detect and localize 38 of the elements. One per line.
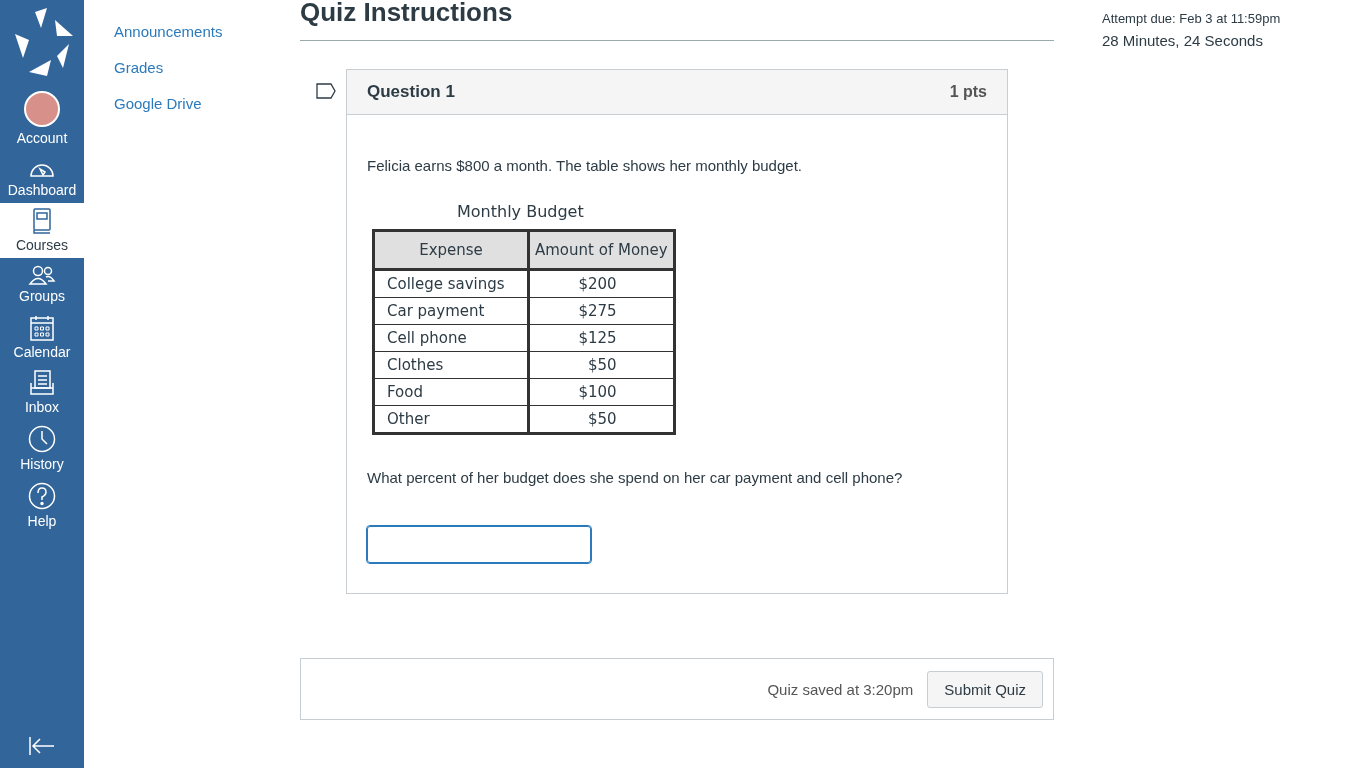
help-icon bbox=[28, 482, 56, 510]
table-cell: College savings bbox=[373, 269, 529, 298]
table-cell: Clothes bbox=[373, 351, 529, 379]
nav-item[interactable]: History bbox=[0, 420, 84, 477]
calendar-icon bbox=[30, 315, 54, 341]
table-cell: Food bbox=[373, 378, 529, 406]
course-nav-link[interactable]: Google Drive bbox=[114, 93, 202, 114]
nav-item[interactable]: Courses bbox=[0, 203, 84, 258]
page-title: Quiz Instructions bbox=[300, 0, 1054, 41]
table-cell: Car payment bbox=[373, 297, 529, 325]
time-remaining: 28 Minutes, 24 Seconds bbox=[1102, 32, 1264, 49]
people-icon bbox=[28, 264, 56, 285]
nav-item[interactable]: Dashboard bbox=[0, 151, 84, 203]
question-text: What percent of her budget does she spend on her car payment and cell phone? bbox=[367, 469, 904, 486]
question-title: Question 1 bbox=[367, 82, 455, 102]
course-nav-link[interactable]: Announcements bbox=[114, 21, 223, 42]
question-text: Felicia earns $800 a month. The table shows her monthly budget. bbox=[367, 157, 803, 174]
flag-icon[interactable] bbox=[316, 83, 336, 99]
nav-item[interactable]: Inbox bbox=[0, 365, 84, 420]
nav-item[interactable]: Help bbox=[0, 477, 84, 534]
book-icon bbox=[32, 208, 52, 234]
clock-icon bbox=[28, 425, 56, 453]
column-header: Amount of Money bbox=[528, 230, 675, 270]
course-nav-link[interactable]: Grades bbox=[114, 57, 164, 78]
nav-item[interactable]: Account bbox=[0, 86, 84, 151]
table-caption: Monthly Budget bbox=[457, 202, 584, 221]
due-date: Attempt due: Feb 3 at 11:59pm bbox=[1102, 11, 1281, 26]
answer-field[interactable] bbox=[367, 526, 591, 563]
avatar-icon bbox=[24, 91, 60, 127]
nav-item[interactable]: Calendar bbox=[0, 310, 84, 365]
question-points: 1 pts bbox=[949, 83, 987, 101]
column-header: Expense bbox=[373, 230, 529, 270]
submit-quiz-button[interactable]: Submit Quiz bbox=[927, 670, 1043, 708]
collapse-icon[interactable] bbox=[28, 736, 56, 756]
save-status: Quiz saved at 3:20pm bbox=[767, 680, 914, 698]
nav-item[interactable]: Groups bbox=[0, 258, 84, 310]
table-cell: Cell phone bbox=[373, 324, 529, 352]
inbox-icon bbox=[29, 370, 55, 396]
